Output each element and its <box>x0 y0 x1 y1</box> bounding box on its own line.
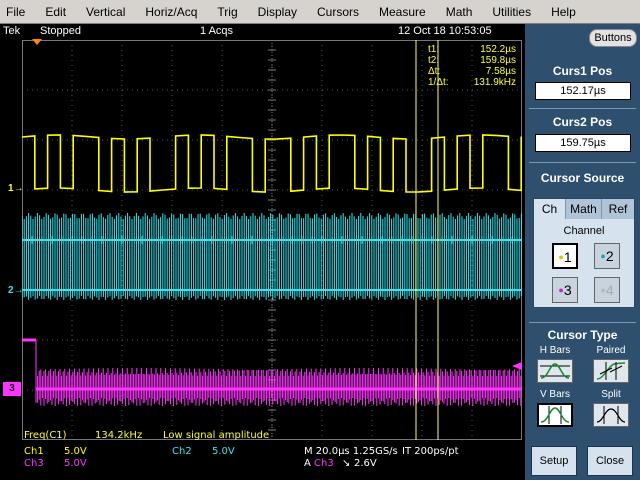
menu-edit[interactable]: Edit <box>35 0 76 24</box>
trigger-position-icon <box>32 39 42 45</box>
hbars-button[interactable] <box>537 359 573 383</box>
channel-1-button[interactable]: ●1 <box>552 243 578 269</box>
cursor-source-box: Ch Math Ref Channel ●1 ●2 ●3 ●4 <box>533 198 635 308</box>
menu-bar: File Edit Vertical Horiz/Acq Trig Displa… <box>0 0 640 24</box>
timebase-readout: M 20.0µs 1.25GS/s <box>304 446 398 457</box>
channel-4-button: ●4 <box>594 277 620 303</box>
menu-file[interactable]: File <box>0 0 35 24</box>
menu-cursors[interactable]: Cursors <box>307 0 369 24</box>
cursor-readout: t1: 152.2µs t2: 159.8µs Δt: 7.58µs 1/Δt: 131… <box>428 44 516 88</box>
settings-readout: Ch1 5.0V Ch2 5.0V Ch3 5.0V M 20.0µs 1.25… <box>0 440 525 480</box>
control-panel: Buttons Curs1 Pos 152.17µs Curs2 Pos 159… <box>525 24 640 480</box>
ch2-scale-value: 5.0V <box>212 446 235 457</box>
separator <box>529 162 636 163</box>
vbars-icon <box>540 406 570 424</box>
ch1-ground-marker[interactable]: 1→ <box>8 183 24 194</box>
split-button[interactable] <box>593 403 629 427</box>
menu-utilities[interactable]: Utilities <box>482 0 541 24</box>
acquisition-state: Stopped <box>40 25 81 37</box>
curs2-title: Curs2 Pos <box>552 115 613 129</box>
paired-label: Paired <box>596 345 626 356</box>
menu-horiz-acq[interactable]: Horiz/Acq <box>135 0 207 24</box>
t2-value: 159.8µs <box>480 55 516 66</box>
waveform-graticule[interactable] <box>22 40 522 440</box>
channel-2-button[interactable]: ●2 <box>594 243 620 269</box>
tab-ref[interactable]: Ref <box>602 199 634 219</box>
ch3-ground-marker[interactable]: 3 <box>3 382 21 396</box>
separator <box>529 108 636 109</box>
hbars-icon <box>540 363 570 379</box>
hbars-label: H Bars <box>539 345 571 356</box>
ch1-scale-label: Ch1 <box>24 446 44 457</box>
acquisition-count: 1 Acqs <box>200 25 234 37</box>
cursor-source-title: Cursor Source <box>540 171 625 185</box>
menu-measure[interactable]: Measure <box>369 0 436 24</box>
separator <box>529 322 636 323</box>
split-label: Split <box>601 389 621 400</box>
setup-button[interactable]: Setup <box>531 446 577 476</box>
brand-label: Tek <box>3 25 21 37</box>
status-bar: Tek Stopped 1 Acqs 12 Oct 18 10:53:05 <box>0 24 525 40</box>
menu-help[interactable]: Help <box>541 0 586 24</box>
cursor-type-title: Cursor Type <box>547 328 618 342</box>
inverse-delta-t-value: 131.9kHz <box>473 77 516 88</box>
trigger-level: 2.6V <box>354 458 377 469</box>
ch1-scale-value: 5.0V <box>64 446 87 457</box>
paired-icon <box>596 362 626 380</box>
paired-button[interactable] <box>593 359 629 383</box>
date-time: 12 Oct 18 10:53:05 <box>398 25 492 37</box>
resolution-readout: IT 200ps/pt <box>402 446 459 457</box>
waveform-display <box>22 40 522 440</box>
menu-vertical[interactable]: Vertical <box>76 0 135 24</box>
menu-math[interactable]: Math <box>436 0 483 24</box>
tab-math[interactable]: Math <box>566 199 602 219</box>
trigger-source: Ch3 <box>314 458 334 469</box>
trigger-prefix: A <box>304 458 311 469</box>
menu-display[interactable]: Display <box>248 0 307 24</box>
channel-3-button[interactable]: ●3 <box>552 277 578 303</box>
delta-t-value: 7.58µs <box>485 66 516 77</box>
close-button[interactable]: Close <box>587 446 633 476</box>
channel-label: Channel <box>563 225 605 237</box>
menu-trig[interactable]: Trig <box>207 0 247 24</box>
trigger-slope-icon: ↘ <box>342 458 351 469</box>
t1-value: 152.2µs <box>480 44 516 55</box>
tab-ch[interactable]: Ch <box>534 199 566 219</box>
ch3-scale-label: Ch3 <box>24 458 44 469</box>
ch2-ground-marker[interactable]: 2→ <box>8 285 24 296</box>
buttons-toggle-button[interactable]: Buttons <box>589 29 637 47</box>
ch3-scale-value: 5.0V <box>64 458 87 469</box>
curs2-position-field[interactable]: 159.75µs <box>535 134 631 152</box>
trigger-level-icon <box>512 362 522 370</box>
vbars-button[interactable] <box>537 403 573 427</box>
split-icon <box>596 406 626 424</box>
ch2-scale-label: Ch2 <box>172 446 192 457</box>
curs1-position-field[interactable]: 152.17µs <box>535 82 631 100</box>
curs1-title: Curs1 Pos <box>552 64 613 78</box>
vbars-label: V Bars <box>539 389 570 400</box>
